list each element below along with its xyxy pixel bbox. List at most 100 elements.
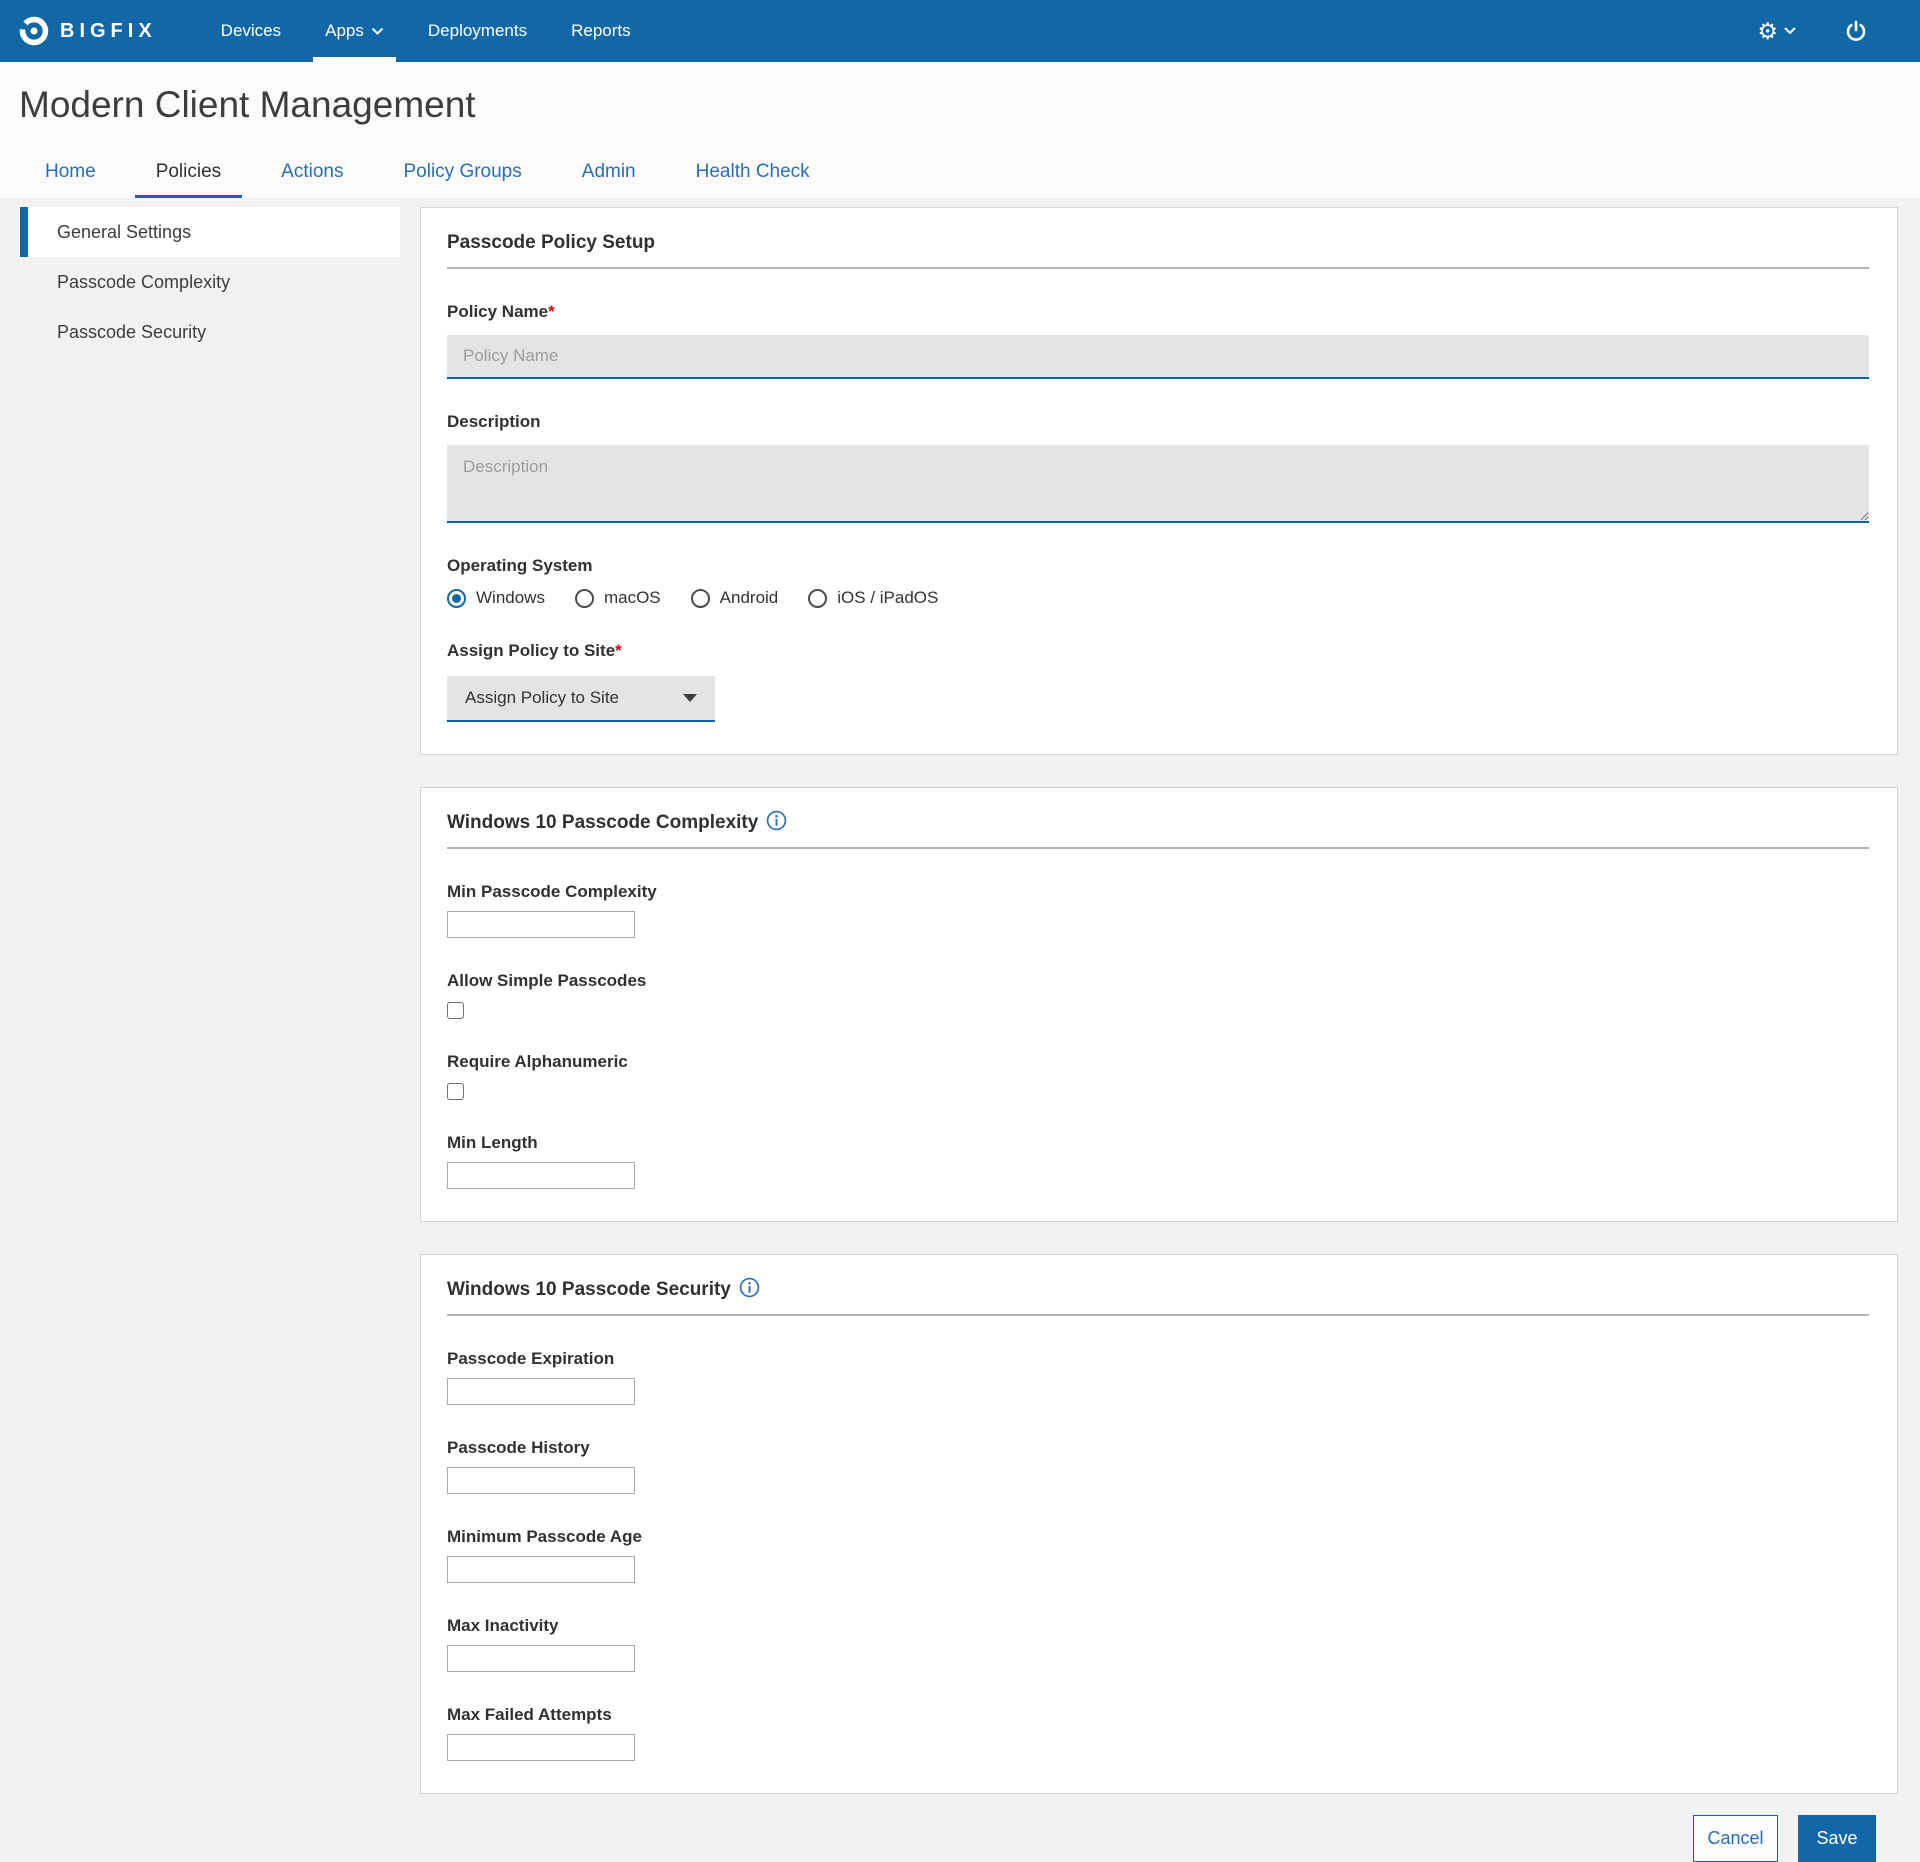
nav-item-label: Deployments: [428, 21, 527, 41]
tab-policies[interactable]: Policies: [135, 148, 242, 198]
divider: [447, 1314, 1869, 1316]
passcode-security-card: Windows 10 Passcode Security Passcode Ex…: [420, 1254, 1898, 1794]
passcode-history-input[interactable]: [447, 1467, 635, 1494]
policies-sidebar: General Settings Passcode Complexity Pas…: [20, 207, 400, 357]
nav-item-label: Devices: [221, 21, 281, 41]
page-header: Modern Client Management Home Policies A…: [0, 62, 1920, 198]
assign-policy-to-site-dropdown[interactable]: Assign Policy to Site: [447, 676, 715, 722]
chevron-down-icon: [371, 27, 384, 36]
tab-policy-groups[interactable]: Policy Groups: [382, 148, 542, 198]
passcode-policy-setup-card: Passcode Policy Setup Policy Name* Descr…: [420, 207, 1898, 755]
description-label: Description: [447, 412, 1869, 432]
max-failed-attempts-input[interactable]: [447, 1734, 635, 1761]
radio-icon[interactable]: [447, 589, 466, 608]
min-length-input[interactable]: [447, 1162, 635, 1189]
brand-name: BIGFIX: [60, 20, 157, 43]
radio-icon[interactable]: [691, 589, 710, 608]
tab-label: Actions: [281, 161, 343, 182]
require-alphanumeric-checkbox[interactable]: [447, 1083, 464, 1100]
allow-simple-passcodes-checkbox[interactable]: [447, 1002, 464, 1019]
nav-item-devices[interactable]: Devices: [199, 0, 303, 62]
radio-label: iOS / iPadOS: [837, 588, 938, 608]
sidebar-item-general-settings[interactable]: General Settings: [20, 207, 400, 257]
radio-label: Windows: [476, 588, 545, 608]
caret-down-icon: [683, 694, 697, 702]
dropdown-value: Assign Policy to Site: [465, 688, 619, 708]
radio-option-windows[interactable]: Windows: [447, 588, 545, 608]
cancel-button[interactable]: Cancel: [1693, 1815, 1778, 1862]
card-title: Windows 10 Passcode Complexity: [447, 812, 758, 834]
logout-button[interactable]: [1820, 0, 1892, 62]
minimum-passcode-age-input[interactable]: [447, 1556, 635, 1583]
tab-bar: Home Policies Actions Policy Groups Admi…: [0, 148, 1920, 198]
sidebar-item-label: Passcode Security: [57, 322, 206, 343]
required-asterisk: *: [615, 641, 622, 660]
required-asterisk: *: [548, 302, 555, 321]
tab-health-check[interactable]: Health Check: [675, 148, 831, 198]
nav-item-label: Apps: [325, 21, 364, 41]
tab-home[interactable]: Home: [24, 148, 117, 198]
min-length-label: Min Length: [447, 1133, 1869, 1153]
content-area: General Settings Passcode Complexity Pas…: [0, 198, 1920, 1862]
tab-label: Admin: [582, 161, 636, 182]
divider: [447, 847, 1869, 849]
bigfix-logo-icon: [18, 15, 50, 47]
sidebar-item-label: Passcode Complexity: [57, 272, 230, 293]
power-icon: [1844, 19, 1868, 43]
sidebar-item-passcode-security[interactable]: Passcode Security: [20, 307, 400, 357]
tab-label: Policy Groups: [403, 161, 521, 182]
tab-label: Policies: [156, 161, 221, 182]
tab-admin[interactable]: Admin: [561, 148, 657, 198]
passcode-expiration-input[interactable]: [447, 1378, 635, 1405]
max-failed-attempts-label: Max Failed Attempts: [447, 1705, 1869, 1725]
require-alphanumeric-label: Require Alphanumeric: [447, 1052, 1869, 1072]
card-title: Passcode Policy Setup: [447, 232, 655, 254]
allow-simple-passcodes-label: Allow Simple Passcodes: [447, 971, 1869, 991]
radio-option-android[interactable]: Android: [691, 588, 779, 608]
tab-label: Home: [45, 161, 96, 182]
form-action-bar: Cancel Save: [420, 1794, 1898, 1862]
min-passcode-complexity-input[interactable]: [447, 911, 635, 938]
tab-label: Health Check: [696, 161, 810, 182]
divider: [447, 267, 1869, 269]
card-title: Windows 10 Passcode Security: [447, 1279, 731, 1301]
policy-name-label: Policy Name*: [447, 302, 1869, 322]
chevron-down-icon: [1784, 27, 1796, 35]
radio-label: macOS: [604, 588, 661, 608]
operating-system-radio-group: Windows macOS Android iOS / iPadOS: [447, 588, 1869, 608]
radio-icon[interactable]: [808, 589, 827, 608]
top-navbar: BIGFIX Devices Apps Deployments Reports …: [0, 0, 1920, 62]
nav-item-reports[interactable]: Reports: [549, 0, 653, 62]
save-button[interactable]: Save: [1798, 1815, 1876, 1862]
radio-icon[interactable]: [575, 589, 594, 608]
sidebar-item-label: General Settings: [57, 222, 191, 243]
assign-policy-to-site-label: Assign Policy to Site*: [447, 641, 1869, 661]
bigfix-logo[interactable]: BIGFIX: [18, 0, 157, 62]
nav-spacer: [653, 0, 1734, 62]
info-icon[interactable]: [739, 1277, 760, 1298]
nav-item-apps[interactable]: Apps: [303, 0, 406, 62]
passcode-complexity-card: Windows 10 Passcode Complexity Min Passc…: [420, 787, 1898, 1222]
gear-icon: ⚙: [1757, 20, 1778, 43]
min-passcode-complexity-label: Min Passcode Complexity: [447, 882, 1869, 902]
radio-label: Android: [720, 588, 779, 608]
max-inactivity-input[interactable]: [447, 1645, 635, 1672]
max-inactivity-label: Max Inactivity: [447, 1616, 1869, 1636]
main-panel: Passcode Policy Setup Policy Name* Descr…: [420, 207, 1898, 1862]
minimum-passcode-age-label: Minimum Passcode Age: [447, 1527, 1869, 1547]
radio-option-ios-ipados[interactable]: iOS / iPadOS: [808, 588, 938, 608]
policy-name-input[interactable]: [447, 335, 1869, 379]
sidebar-item-passcode-complexity[interactable]: Passcode Complexity: [20, 257, 400, 307]
nav-items: Devices Apps Deployments Reports: [199, 0, 653, 62]
nav-item-deployments[interactable]: Deployments: [406, 0, 549, 62]
settings-menu-button[interactable]: ⚙: [1733, 0, 1820, 62]
nav-item-label: Reports: [571, 21, 631, 41]
operating-system-label: Operating System: [447, 556, 1869, 576]
description-textarea[interactable]: [447, 445, 1869, 523]
passcode-history-label: Passcode History: [447, 1438, 1869, 1458]
info-icon[interactable]: [766, 810, 787, 831]
page-title: Modern Client Management: [0, 84, 1920, 126]
radio-option-macos[interactable]: macOS: [575, 588, 661, 608]
tab-actions[interactable]: Actions: [260, 148, 364, 198]
passcode-expiration-label: Passcode Expiration: [447, 1349, 1869, 1369]
